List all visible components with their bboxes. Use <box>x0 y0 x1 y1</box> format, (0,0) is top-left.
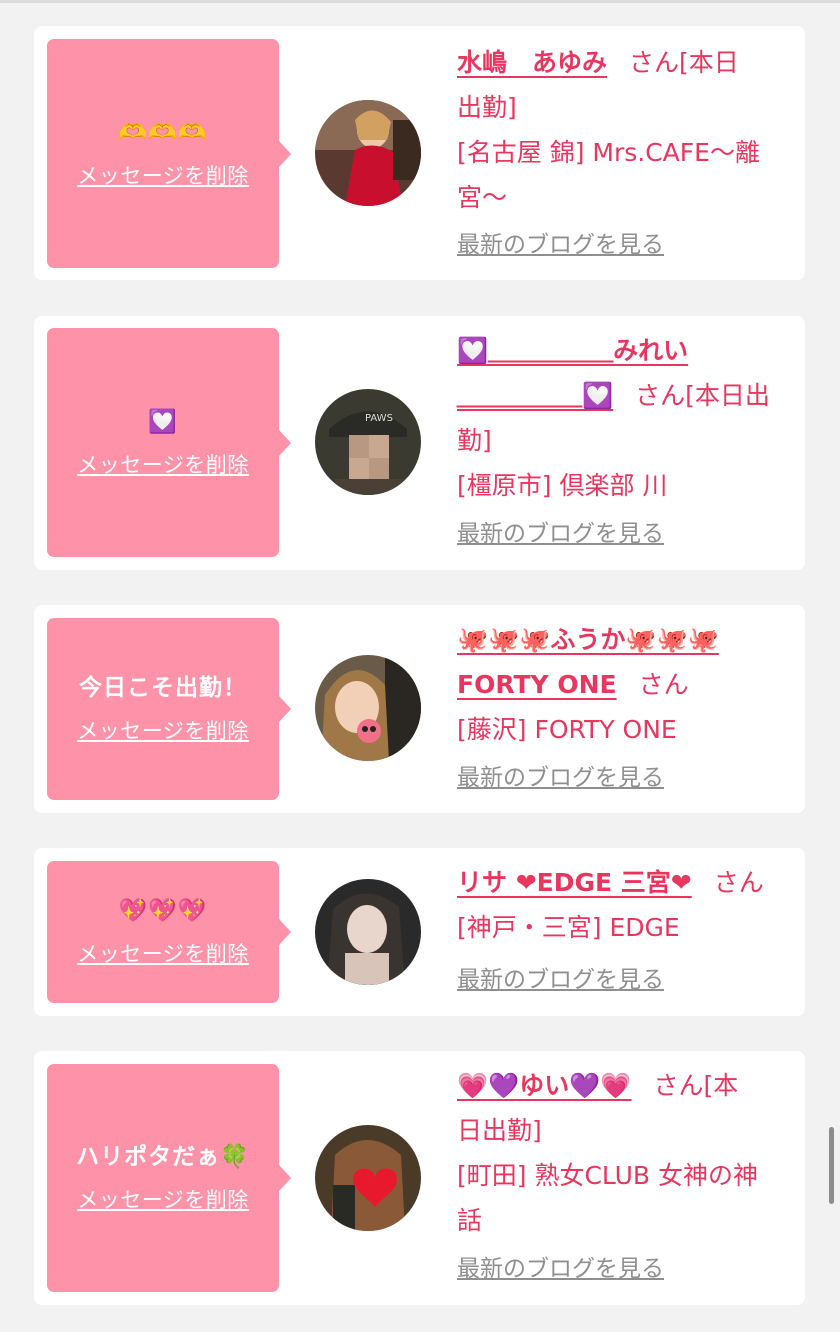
cast-info: 🐙🐙🐙ふうか🐙🐙🐙 FORTY ONE さん [藤沢] FORTY ONE 最新の… <box>457 617 797 791</box>
delete-message-link[interactable]: メッセージを削除 <box>77 940 249 968</box>
latest-blog-link[interactable]: 最新のブログを見る <box>457 229 664 261</box>
cast-name-link-cont[interactable]: FORTY ONE <box>457 670 617 699</box>
attendance-text: 出勤] <box>457 93 517 122</box>
message-card: 💖💖💖 メッセージを削除 リサ ❤EDGE 三宮❤ さん [神戸・三宮] EDGE… <box>34 848 805 1016</box>
scrollbar[interactable] <box>829 1127 834 1204</box>
shop-name: [橿原市] 倶楽部 川 <box>457 471 668 500</box>
cast-name-link[interactable]: リサ ❤EDGE 三宮❤ <box>457 868 692 897</box>
attendance-text: 勤] <box>457 426 492 455</box>
shop-name: [名古屋 錦] Mrs.CAFE～離 <box>457 138 760 167</box>
message-card: 今日こそ出勤！ メッセージを削除 🐙🐙🐙ふうか🐙🐙🐙 FORTY ONE さん [… <box>34 605 805 813</box>
latest-blog-link[interactable]: 最新のブログを見る <box>457 1253 664 1285</box>
message-text: 💟 <box>148 408 178 435</box>
san-suffix: さん <box>629 48 680 77</box>
delete-message-link[interactable]: メッセージを削除 <box>77 451 249 479</box>
avatar[interactable] <box>315 655 421 761</box>
cast-name-link[interactable]: 🐙🐙🐙ふうか🐙🐙🐙 <box>457 625 719 654</box>
cast-info: 💟＿＿＿＿＿みれい ＿＿＿＿＿💟 さん[本日出 勤] [橿原市] 倶楽部 川 最新… <box>457 328 797 547</box>
delete-message-link[interactable]: メッセージを削除 <box>77 162 249 190</box>
message-text: 今日こそ出勤！ <box>79 675 247 701</box>
message-bubble: 💟 メッセージを削除 <box>47 328 291 557</box>
shop-name-cont: 宮～ <box>457 183 508 212</box>
san-suffix: さん <box>635 381 686 410</box>
avatar[interactable]: PAWS <box>315 389 421 495</box>
cast-name-link[interactable]: 💟＿＿＿＿＿みれい <box>457 336 688 365</box>
cast-info: リサ ❤EDGE 三宮❤ さん [神戸・三宮] EDGE 最新のブログを見る <box>457 860 797 993</box>
message-bubble: 🫶🫶🫶 メッセージを削除 <box>47 39 291 268</box>
san-suffix: さん <box>653 1071 704 1100</box>
delete-message-link[interactable]: メッセージを削除 <box>77 717 249 745</box>
message-bubble: ハリポタだぁ🍀 メッセージを削除 <box>47 1064 291 1292</box>
delete-message-link[interactable]: メッセージを削除 <box>77 1186 249 1214</box>
san-suffix: さん <box>713 868 764 897</box>
shop-name-cont: 話 <box>457 1206 483 1235</box>
latest-blog-link[interactable]: 最新のブログを見る <box>457 518 664 550</box>
shop-name: [藤沢] FORTY ONE <box>457 715 677 744</box>
avatar[interactable] <box>315 100 421 206</box>
avatar[interactable] <box>315 879 421 985</box>
message-card: ハリポタだぁ🍀 メッセージを削除 💗💜ゆい💜💗 さん[本 日出勤] [町田] 熟女… <box>34 1051 805 1305</box>
message-text: ハリポタだぁ🍀 <box>76 1144 250 1170</box>
attendance-badge: [本 <box>703 1071 739 1100</box>
cast-name-link[interactable]: 💗💜ゆい💜💗 <box>457 1071 632 1100</box>
top-divider <box>0 0 840 3</box>
latest-blog-link[interactable]: 最新のブログを見る <box>457 964 664 996</box>
san-suffix: さん <box>638 670 689 699</box>
message-text: 💖💖💖 <box>118 898 208 924</box>
message-bubble: 💖💖💖 メッセージを削除 <box>47 861 291 1003</box>
attendance-badge: [本日 <box>679 48 739 77</box>
shop-name: [神戸・三宮] EDGE <box>457 913 680 942</box>
message-bubble: 今日こそ出勤！ メッセージを削除 <box>47 618 291 800</box>
svg-text:PAWS: PAWS <box>365 413 393 424</box>
latest-blog-link[interactable]: 最新のブログを見る <box>457 762 664 794</box>
cast-name-link[interactable]: 水嶋 あゆみ <box>457 48 607 77</box>
shop-name: [町田] 熟女CLUB 女神の神 <box>457 1161 758 1190</box>
message-text: 🫶🫶🫶 <box>118 119 208 146</box>
cast-info: 水嶋 あゆみ さん[本日 出勤] [名古屋 錦] Mrs.CAFE～離 宮～ 最新… <box>457 40 797 258</box>
message-card: 🫶🫶🫶 メッセージを削除 水嶋 あゆみ さん[本日 出勤] [名古屋 錦] Mrs… <box>34 26 805 280</box>
avatar[interactable] <box>315 1125 421 1231</box>
cast-name-link-cont[interactable]: ＿＿＿＿＿💟 <box>457 381 613 410</box>
message-card: 💟 メッセージを削除 PAWS 💟＿＿＿＿＿みれい ＿＿＿＿＿💟 さん[本日出 勤… <box>34 316 805 570</box>
cast-info: 💗💜ゆい💜💗 さん[本 日出勤] [町田] 熟女CLUB 女神の神 話 最新のブロ… <box>457 1063 797 1282</box>
attendance-badge: [本日出 <box>685 381 770 410</box>
attendance-text: 日出勤] <box>457 1116 542 1145</box>
